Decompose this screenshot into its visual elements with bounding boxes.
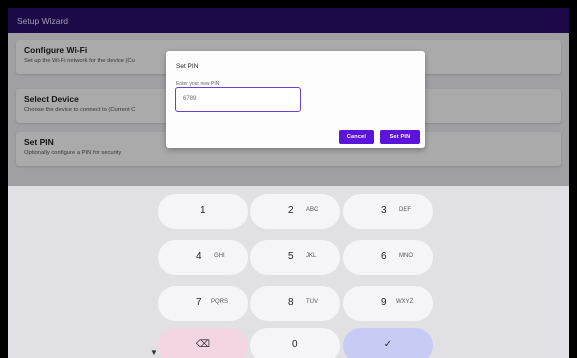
enter-key[interactable]: ✓ — [343, 328, 433, 358]
cancel-button[interactable]: Cancel — [339, 130, 374, 144]
key-letters: MNO — [399, 253, 413, 259]
dialog-title: Set PIN — [176, 63, 199, 70]
key-letters: WXYZ — [396, 299, 414, 305]
numeric-keyboard: 1 2 ABC 3 DEF 4 GHI 5 JKL 6 MNO 7 PQRS 8… — [8, 186, 569, 358]
key-1[interactable]: 1 — [158, 194, 248, 229]
key-digit: 2 — [288, 205, 294, 216]
set-pin-dialog: Set PIN Enter your new PIN: 6789 Cancel … — [166, 51, 425, 148]
key-2[interactable]: 2 ABC — [250, 194, 340, 229]
collapse-keyboard-icon[interactable]: ▼ — [150, 348, 158, 357]
backspace-key[interactable]: ⌫ — [158, 328, 248, 358]
key-digit: 7 — [196, 297, 202, 308]
pin-input[interactable]: 6789 — [175, 87, 301, 112]
key-letters: PQRS — [211, 299, 229, 305]
key-letters: ABC — [306, 207, 319, 213]
key-letters: DEF — [399, 207, 411, 213]
key-4[interactable]: 4 GHI — [158, 240, 248, 275]
backspace-icon: ⌫ — [195, 339, 211, 350]
key-digit: 8 — [288, 297, 294, 308]
key-letters: TUV — [306, 299, 318, 305]
key-8[interactable]: 8 TUV — [250, 286, 340, 321]
key-9[interactable]: 9 WXYZ — [343, 286, 433, 321]
key-3[interactable]: 3 DEF — [343, 194, 433, 229]
key-digit: 0 — [292, 339, 298, 350]
key-digit: 9 — [381, 297, 387, 308]
device-screen: Setup Wizard Configure Wi-Fi Set up the … — [8, 8, 569, 358]
check-icon: ✓ — [383, 339, 393, 350]
key-letters: JKL — [306, 253, 317, 259]
key-0[interactable]: 0 — [250, 328, 340, 358]
set-pin-button[interactable]: Set PIN — [380, 130, 420, 144]
key-5[interactable]: 5 JKL — [250, 240, 340, 275]
key-digit: 1 — [200, 205, 206, 216]
key-digit: 4 — [196, 251, 202, 262]
key-digit: 5 — [288, 251, 294, 262]
key-6[interactable]: 6 MNO — [343, 240, 433, 275]
key-7[interactable]: 7 PQRS — [158, 286, 248, 321]
key-letters: GHI — [214, 253, 225, 259]
key-digit: 3 — [381, 205, 387, 216]
key-digit: 6 — [381, 251, 387, 262]
